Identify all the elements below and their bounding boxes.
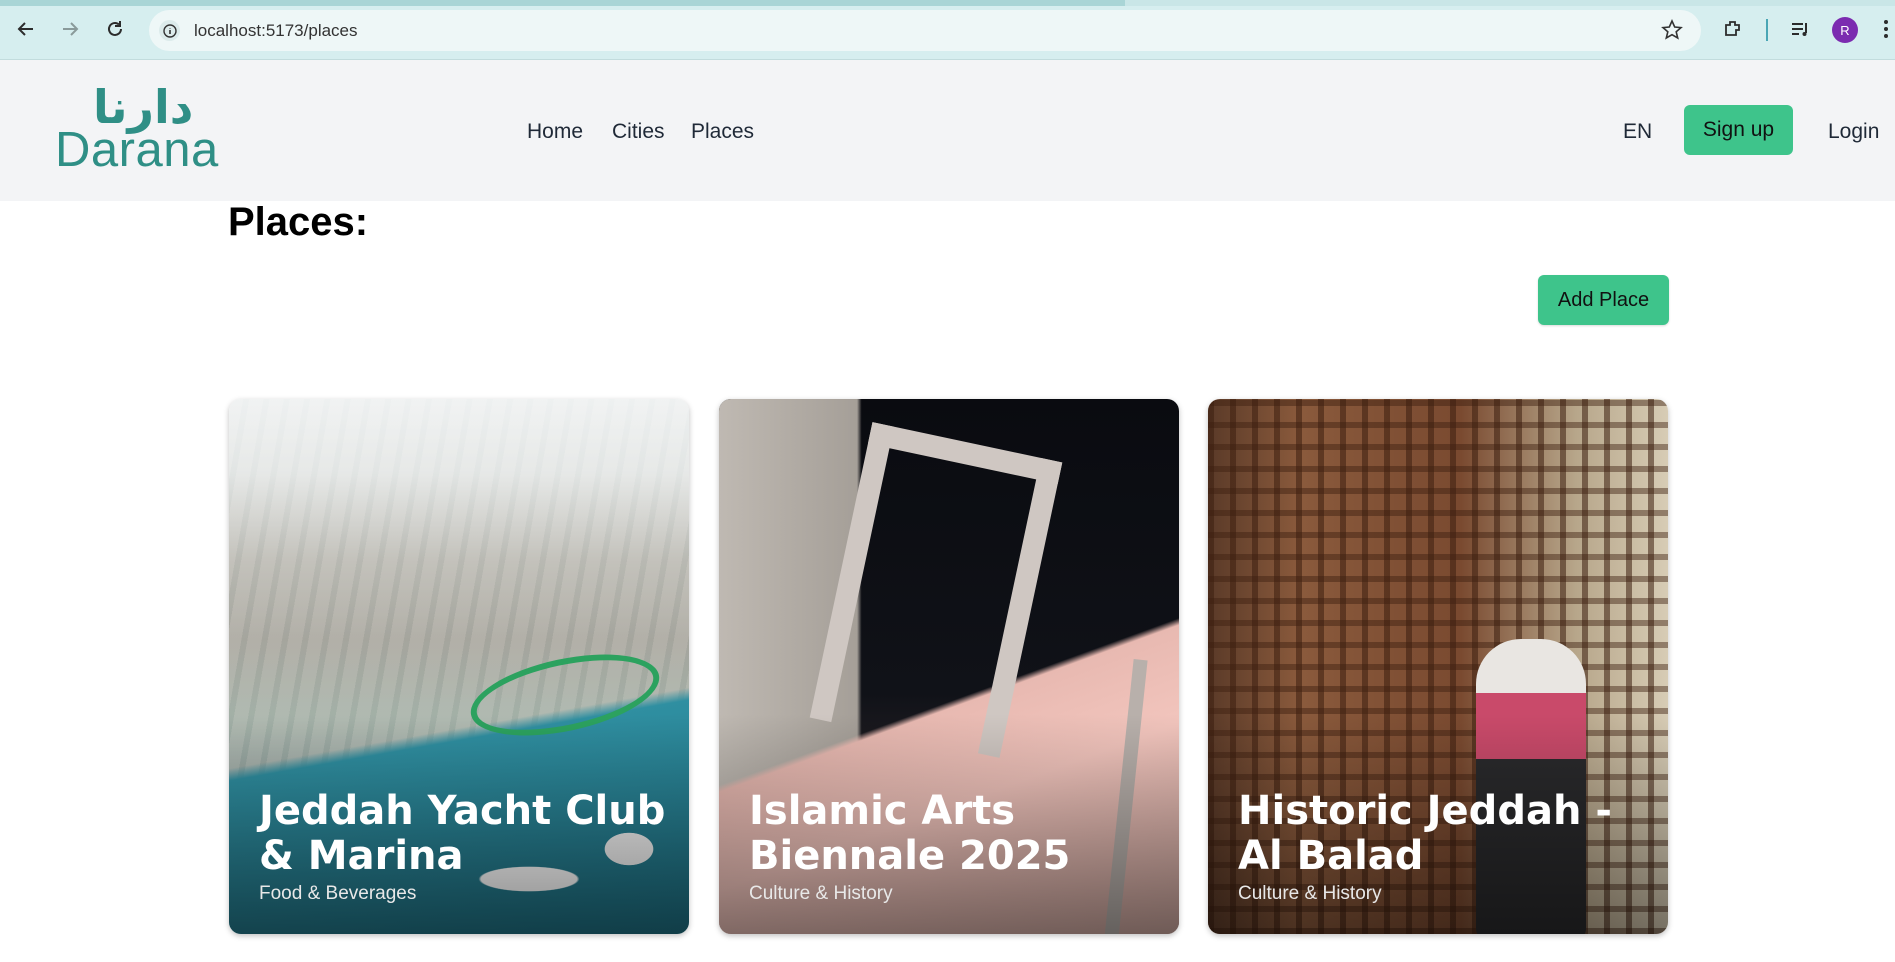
nav-cities[interactable]: Cities	[612, 120, 665, 144]
place-card-title: Islamic Arts Biennale 2025	[749, 788, 1071, 879]
tab-strip	[0, 0, 1895, 6]
place-card-category: Culture & History	[749, 883, 893, 904]
url-text[interactable]: localhost:5173/places	[194, 21, 358, 41]
site-header: دارنا Darana Home Cities Places EN Sign …	[0, 60, 1895, 201]
signup-button[interactable]: Sign up	[1684, 105, 1793, 155]
place-card-category: Food & Beverages	[259, 883, 417, 904]
reload-icon[interactable]	[100, 14, 130, 44]
nav-home[interactable]: Home	[527, 120, 583, 144]
nav-places[interactable]: Places	[691, 120, 754, 144]
place-card-title: Jeddah Yacht Club & Marina	[259, 788, 666, 879]
add-place-button[interactable]: Add Place	[1538, 275, 1669, 325]
place-card[interactable]: Jeddah Yacht Club & Marina Food & Bevera…	[229, 399, 689, 934]
toolbar-divider	[1766, 19, 1768, 41]
back-arrow-icon[interactable]	[11, 14, 41, 44]
address-bar[interactable]: localhost:5173/places	[149, 10, 1701, 51]
place-card-category: Culture & History	[1238, 883, 1382, 904]
media-controls-icon[interactable]	[1786, 15, 1814, 43]
site-info-icon[interactable]	[159, 20, 180, 41]
bookmark-star-icon[interactable]	[1661, 19, 1683, 46]
profile-avatar-icon[interactable]: R	[1832, 17, 1858, 43]
page-title: Places:	[228, 200, 369, 244]
darana-logo[interactable]: دارنا Darana	[55, 80, 225, 180]
login-link[interactable]: Login	[1828, 120, 1879, 144]
logo-text: Darana	[55, 123, 219, 177]
language-switcher[interactable]: EN	[1623, 120, 1652, 144]
place-card-title: Historic Jeddah - Al Balad	[1238, 788, 1612, 879]
place-card[interactable]: Islamic Arts Biennale 2025 Culture & His…	[719, 399, 1179, 934]
forward-arrow-icon[interactable]	[55, 14, 85, 44]
more-menu-icon[interactable]	[1877, 15, 1895, 43]
browser-toolbar: localhost:5173/places R	[0, 0, 1895, 60]
place-card[interactable]: Historic Jeddah - Al Balad Culture & His…	[1208, 399, 1668, 934]
extensions-icon[interactable]	[1719, 15, 1747, 43]
